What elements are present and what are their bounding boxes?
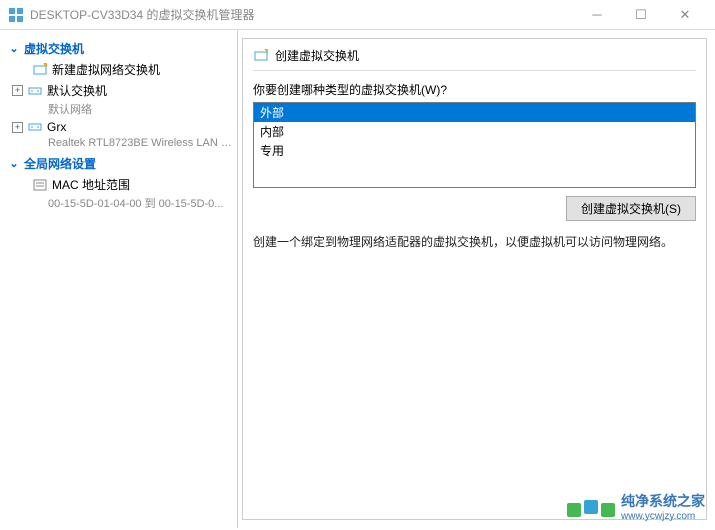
switch-name: Grx — [47, 120, 66, 134]
switch-subtext: Realtek RTL8723BE Wireless LAN 8... — [4, 137, 233, 149]
listbox-option-internal[interactable]: 内部 — [254, 122, 695, 141]
mac-icon — [32, 177, 48, 193]
switch-subtext: 默认网络 — [4, 101, 233, 117]
watermark-logo — [567, 500, 615, 514]
sidebar: ⌄ 虚拟交换机 新建虚拟网络交换机 + 默认交换机 默认网络 + Grx Rea… — [0, 30, 238, 528]
content-title: 创建虚拟交换机 — [275, 47, 359, 64]
expand-icon[interactable]: + — [12, 85, 23, 96]
mac-range-value: 00-15-5D-01-04-00 到 00-15-5D-0... — [4, 195, 233, 211]
switch-icon — [27, 83, 43, 99]
button-row: 创建虚拟交换机(S) — [253, 196, 696, 221]
minimize-button[interactable]: ─ — [575, 1, 619, 29]
section-virtual-switches[interactable]: ⌄ 虚拟交换机 — [4, 38, 233, 59]
create-switch-button[interactable]: 创建虚拟交换机(S) — [566, 196, 696, 221]
switch-type-listbox[interactable]: 外部 内部 专用 — [253, 102, 696, 188]
close-button[interactable]: ✕ — [663, 1, 707, 29]
collapse-icon: ⌄ — [8, 42, 20, 55]
listbox-option-external[interactable]: 外部 — [254, 103, 695, 122]
sidebar-item-default-switch[interactable]: + 默认交换机 — [4, 80, 233, 101]
content-header: 创建虚拟交换机 — [253, 47, 696, 71]
switch-icon — [27, 119, 43, 135]
section-title: 虚拟交换机 — [24, 40, 84, 57]
main-area: ⌄ 虚拟交换机 新建虚拟网络交换机 + 默认交换机 默认网络 + Grx Rea… — [0, 30, 715, 528]
section-global-network[interactable]: ⌄ 全局网络设置 — [4, 153, 233, 174]
expand-icon[interactable]: + — [12, 122, 23, 133]
titlebar: DESKTOP-CV33D34 的虚拟交换机管理器 ─ ☐ ✕ — [0, 0, 715, 30]
create-switch-icon — [253, 48, 269, 64]
sidebar-item-grx[interactable]: + Grx — [4, 117, 233, 137]
content-panel: 创建虚拟交换机 你要创建哪种类型的虚拟交换机(W)? 外部 内部 专用 创建虚拟… — [242, 38, 707, 520]
sidebar-new-switch[interactable]: 新建虚拟网络交换机 — [4, 59, 233, 80]
watermark-brand: 纯净系统之家 — [621, 493, 705, 509]
type-description: 创建一个绑定到物理网络适配器的虚拟交换机，以便虚拟机可以访问物理网络。 — [253, 233, 696, 251]
collapse-icon: ⌄ — [8, 157, 20, 170]
sidebar-mac-range[interactable]: MAC 地址范围 — [4, 174, 233, 195]
type-question: 你要创建哪种类型的虚拟交换机(W)? — [253, 81, 696, 98]
window-title: DESKTOP-CV33D34 的虚拟交换机管理器 — [30, 6, 575, 23]
new-switch-label: 新建虚拟网络交换机 — [52, 61, 160, 78]
section-title: 全局网络设置 — [24, 155, 96, 172]
maximize-button[interactable]: ☐ — [619, 1, 663, 29]
mac-label: MAC 地址范围 — [52, 176, 130, 193]
switch-name: 默认交换机 — [47, 82, 107, 99]
app-icon — [8, 7, 24, 23]
new-switch-icon — [32, 62, 48, 78]
watermark-url: www.ycwjzy.com — [621, 511, 705, 522]
window-controls: ─ ☐ ✕ — [575, 1, 707, 29]
listbox-option-private[interactable]: 专用 — [254, 141, 695, 160]
watermark: 纯净系统之家 www.ycwjzy.com — [567, 491, 705, 522]
